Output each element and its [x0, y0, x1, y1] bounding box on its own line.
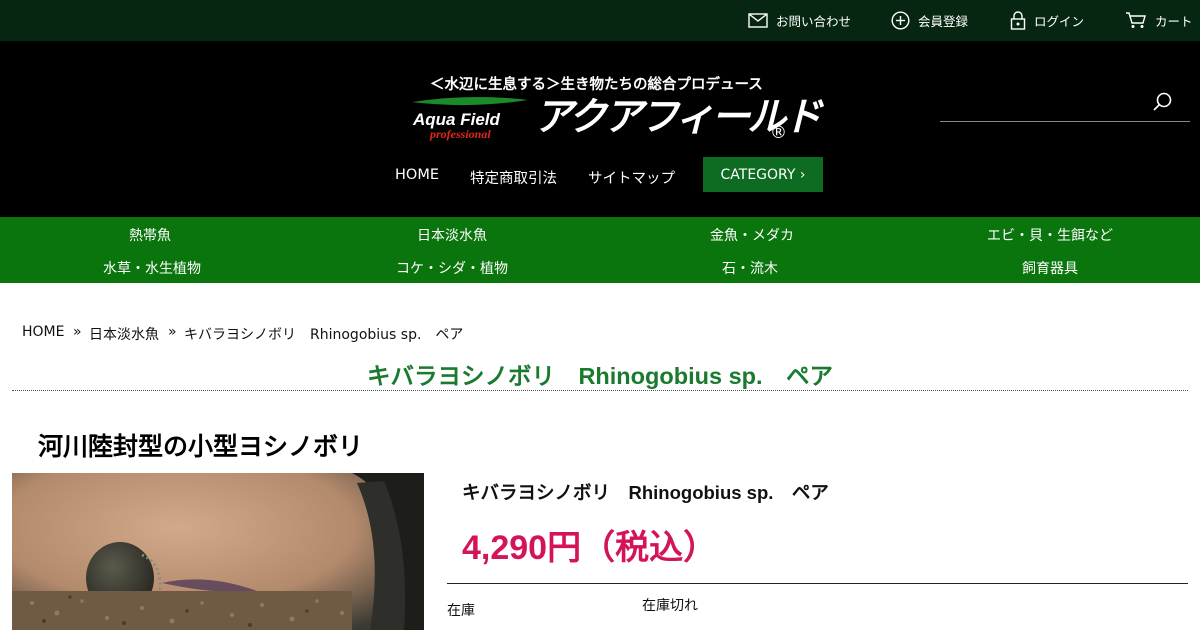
cart-icon [1126, 12, 1146, 28]
register-label: 会員登録 [918, 14, 969, 29]
login-label: ログイン [1034, 14, 1085, 29]
category-button[interactable]: CATEGORY › [703, 157, 823, 192]
contact-label: お問い合わせ [776, 14, 852, 29]
breadcrumb-home[interactable]: HOME [22, 324, 64, 340]
site-tagline: ＜水辺に生息する＞生き物たちの総合プロデュース [430, 76, 763, 93]
title-divider [12, 390, 1188, 391]
nav-commerce-law[interactable]: 特定商取引法 [470, 167, 557, 188]
cart-link[interactable]: カート [1125, 0, 1193, 41]
stock-label: 在庫 [447, 603, 475, 619]
info-divider [447, 583, 1188, 584]
category-link[interactable]: 日本淡水魚 [417, 225, 487, 245]
aqua-field-emblem: Aqua Field professional [412, 96, 528, 141]
product-price: 4,290円（税込） [462, 529, 718, 567]
breadcrumb-separator: » [168, 324, 177, 340]
logo-en-sub: professional [429, 127, 491, 141]
register-link[interactable]: 会員登録 [891, 0, 968, 41]
envelope-icon [748, 13, 768, 28]
nav-home[interactable]: HOME [395, 167, 439, 183]
cart-label: カート [1155, 14, 1193, 29]
category-link[interactable]: コケ・シダ・植物 [396, 258, 508, 278]
breadcrumb-category[interactable]: 日本淡水魚 [89, 324, 159, 344]
contact-link[interactable]: お問い合わせ [748, 0, 851, 41]
category-link[interactable]: 熱帯魚 [129, 225, 171, 245]
plus-circle-icon [891, 11, 910, 30]
breadcrumb-separator: » [73, 324, 82, 340]
product-photo[interactable] [12, 473, 424, 630]
category-link[interactable]: 水草・水生植物 [103, 258, 201, 278]
site-header: ＜水辺に生息する＞生き物たちの総合プロデュース Aqua Field profe… [0, 41, 1200, 217]
stock-status: 在庫切れ [642, 598, 698, 614]
utility-bar: お問い合わせ 会員登録 ログイン カート [0, 0, 1200, 41]
breadcrumb-current: キバラヨシノボリ Rhinogobius sp. ペア [184, 327, 464, 343]
search-icon[interactable] [1150, 90, 1174, 114]
category-link[interactable]: エビ・貝・生餌など [987, 225, 1113, 245]
category-button-label: CATEGORY › [720, 166, 806, 183]
login-link[interactable]: ログイン [1010, 0, 1084, 41]
nav-sitemap[interactable]: サイトマップ [588, 167, 675, 188]
category-link[interactable]: 金魚・メダカ [710, 225, 794, 245]
site-logo[interactable]: Aqua Field professional アクアフィールド ® [410, 93, 822, 145]
page-title: キバラヨシノボリ Rhinogobius sp. ペア [366, 363, 834, 389]
search-input[interactable] [940, 121, 1190, 122]
category-link[interactable]: 石・流木 [722, 258, 778, 278]
category-band: 熱帯魚 日本淡水魚 金魚・メダカ エビ・貝・生餌など 水草・水生植物 コケ・シダ… [0, 217, 1200, 283]
registered-mark: ® [770, 123, 787, 143]
goby-photo-illustration [12, 473, 424, 630]
category-link[interactable]: 飼育器具 [1022, 258, 1078, 278]
product-name: キバラヨシノボリ Rhinogobius sp. ペア [462, 482, 829, 503]
product-subheading: 河川陸封型の小型ヨシノボリ [38, 432, 364, 461]
lock-icon [1010, 11, 1026, 30]
